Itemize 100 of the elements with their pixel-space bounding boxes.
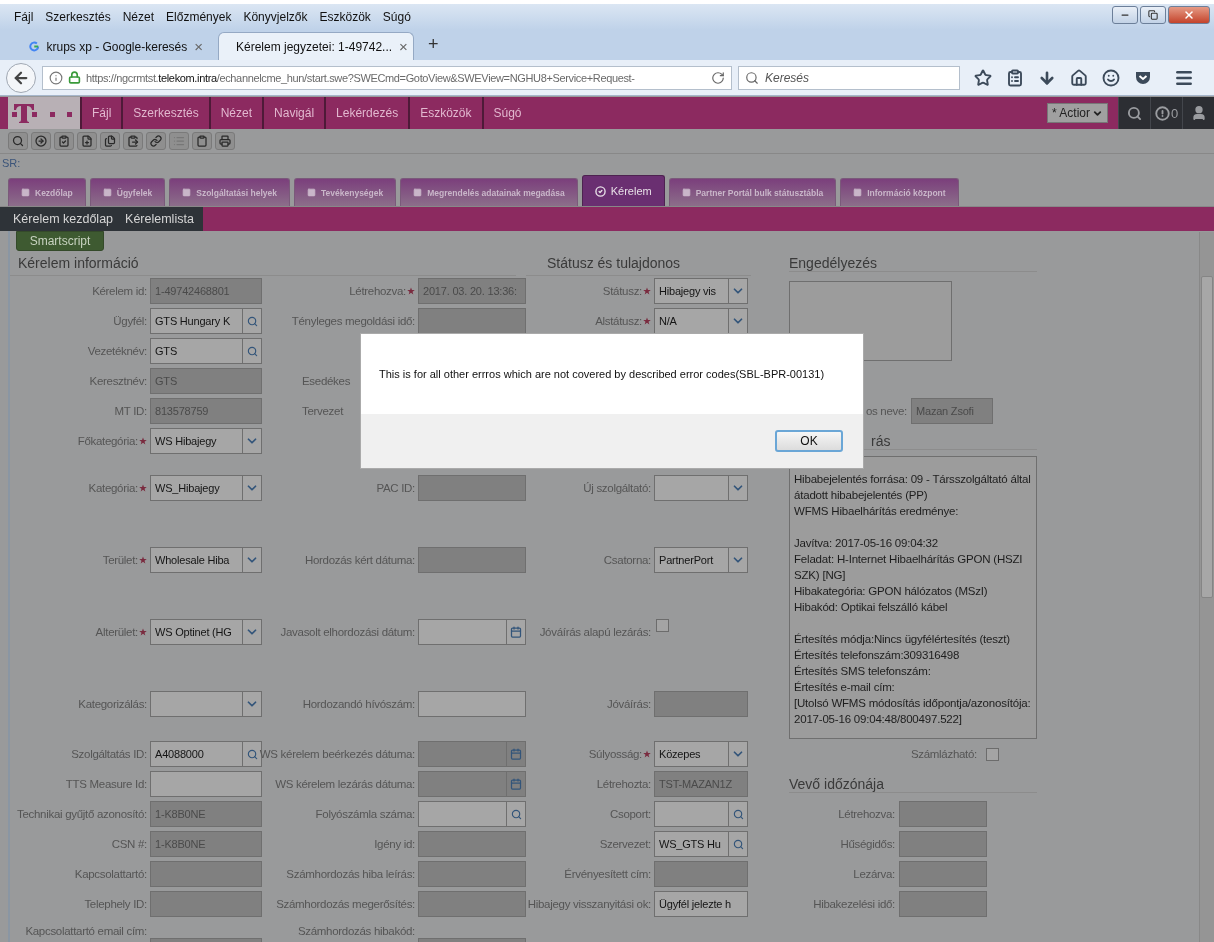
square-icon [21,188,30,197]
date-field[interactable] [418,619,526,645]
field-label: Ügyfél: [113,315,147,327]
field-label: Hordozás kért dátuma: [304,554,415,566]
menu-item[interactable]: Fájl [8,10,40,24]
square-icon [182,188,192,197]
browser-tab[interactable]: krups xp - Google-keresés × [18,32,214,60]
menu-item[interactable]: Súgó [376,10,417,24]
search-icon [12,135,24,147]
reload-icon[interactable] [711,70,725,85]
paste-icon [127,135,139,147]
address-field[interactable]: https://ngcrmtst.telekom.intra/echannelcme_hun/start.swe?SWECmd=GotoView&SWEView=NGHU8+Service+Request- [42,65,732,90]
app-menu-item[interactable]: Lekérdezés [324,97,409,129]
lookup-field[interactable]: A4088000 [150,741,262,767]
menu-item[interactable]: Eszközök [313,10,377,24]
home-icon[interactable] [1070,68,1088,87]
field-label: Terület: [102,554,138,566]
restore-button[interactable] [1140,6,1166,24]
user-icon [1190,105,1207,121]
new-document-icon [81,135,93,147]
close-button[interactable] [1168,6,1210,24]
menu-item[interactable]: Könyvjelzők [237,10,314,24]
alert-icon [1154,105,1170,121]
dropdown-field[interactable]: Wholesale Hiba [150,547,262,573]
field-label: Hűségidős: [839,838,896,850]
clipboard-check-button[interactable] [54,132,74,150]
input-field[interactable] [150,771,262,797]
menu-item[interactable]: Előzmények [160,10,238,24]
ok-button[interactable]: OK [775,430,843,452]
app-menu-item[interactable]: Súgó [481,97,532,129]
field-label: Számhordozás hibakód: [297,925,415,937]
search-icon [745,70,759,85]
input-field[interactable] [418,691,526,717]
back-button[interactable] [6,62,36,93]
checkbox[interactable] [656,619,669,632]
minimize-button[interactable] [1112,6,1138,24]
search-button[interactable] [8,132,28,150]
lookup-field[interactable]: WS_GTS Hu [654,831,748,857]
dropdown-field[interactable]: N/A [654,308,748,334]
screen-tab[interactable]: Kérelem [581,175,665,206]
dropdown-field[interactable] [150,691,262,717]
dropdown-field[interactable]: Közepes [654,741,748,767]
dropdown-field[interactable]: PartnerPort [654,547,748,573]
search-field[interactable]: Keresés [738,65,960,90]
view-tab[interactable]: Kérelemlista [120,207,199,231]
dropdown-field[interactable]: WS Optinet (HG [150,619,262,645]
scrollbar[interactable] [1199,232,1214,942]
actions-dropdown[interactable]: * Actior [1047,103,1108,123]
section-heading: Vevő időzónája [789,775,1037,793]
lookup-field[interactable]: GTS [150,338,262,364]
bookmark-star-icon[interactable] [974,68,992,87]
checkbox[interactable] [986,747,999,761]
field-label: PAC ID: [376,482,415,494]
copy-document-button[interactable] [100,132,120,150]
lookup-field[interactable] [418,801,526,827]
ring-logo-icon [29,39,40,54]
paste-button[interactable] [123,132,143,150]
go-button[interactable] [31,132,51,150]
app-menu-item[interactable]: Navigál [262,97,325,129]
browser-tab[interactable]: Kérelem jegyzetei: 1-49742... × [218,32,414,60]
section-heading: Státusz és tulajdonos [526,251,751,276]
tab-close-button[interactable]: × [399,38,408,55]
view-tab[interactable]: Kérelem kezdőlap [8,207,119,231]
clipboard-button[interactable] [192,132,212,150]
input-field[interactable]: Ügyfél jelezte h [654,891,748,917]
lookup-field[interactable]: GTS Hungary K [150,308,262,334]
search-icon [246,748,258,760]
menu-item[interactable]: Szerkesztés [39,10,117,24]
dropdown-field[interactable]: WS_Hibajegy [150,475,262,501]
field-label: Számlázható: [910,748,978,760]
app-menu-item[interactable]: Eszközök [408,97,482,129]
smartscript-button[interactable]: Smartscript [16,231,104,251]
clipboard-icon [196,135,208,147]
menu-item[interactable]: Nézet [116,10,161,24]
text-area[interactable]: Hibabejelentés forrása: 09 - Társszolgáltató által átadott hibabejelentés (PP) WFMS Hibaelhárítás eredménye: Javítva: 2017-05-16 09:04:32 Feladat: H-Internet Hibaelhárítás GPON (HSZI SZK) [NG] Hibakategória: GPON hálózatos (MSzI) Hibakód: Optikai felszálló kábel Értesítés módja:Nincs ügyfélértesítés (teszt) Értesítés telefonszám:309316498 Értesítés SMS telefonszám: Értesítés e-mail cím: [Utolsó WFMS módosítás időpontja/azonosítója: 2017-05-16 09:04:48/800497.522] [789,456,1037,739]
dropdown-field[interactable]: Hibajegy vis [654,278,748,304]
field-label: Jóváírás: [607,698,651,710]
app-menu-item[interactable]: Szerkesztés [121,97,209,129]
smiley-icon[interactable] [1102,68,1120,87]
search-icon [732,808,744,820]
date-field[interactable] [418,741,526,767]
new-document-button[interactable] [77,132,97,150]
new-tab-button[interactable]: + [418,34,449,60]
date-field[interactable] [418,771,526,797]
field-label: Kategorizálás: [78,698,147,710]
field-label: Létrehozta: [596,778,651,790]
tab-close-button[interactable]: × [194,38,203,55]
app-menu-item[interactable]: Nézet [208,97,263,129]
app-menu-item[interactable]: Fájl [80,97,122,129]
field-label: Alterület: [95,626,138,638]
field-label: Kérelem id: [92,285,147,297]
reading-list-icon[interactable] [1006,68,1024,87]
print-button[interactable] [215,132,235,150]
square-icon [853,188,863,197]
dialog-message: This is for all other errros which are not covered by described error codes(SBL-BPR-00131) [378,367,826,382]
dropdown-field[interactable]: WS Hibajegy [150,428,262,454]
link-button[interactable] [146,132,166,150]
dropdown-field[interactable] [654,475,748,501]
lookup-field[interactable] [654,801,748,827]
link-icon [150,135,162,147]
